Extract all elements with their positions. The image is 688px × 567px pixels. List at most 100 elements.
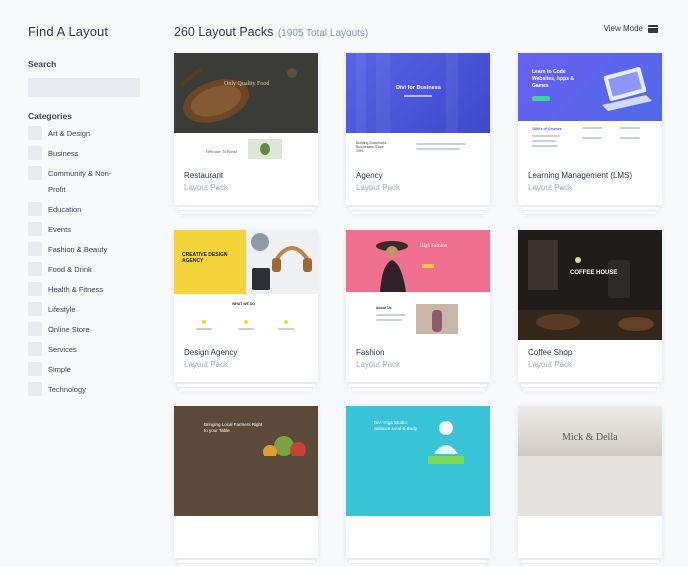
headphones-photo <box>246 230 318 294</box>
category-checkbox[interactable] <box>28 262 42 276</box>
category-services[interactable]: Services <box>28 342 160 358</box>
category-checkbox[interactable] <box>28 362 42 376</box>
layout-pack-card-farmers-market[interactable]: Bringing Local Farmers Right to your Tab… <box>174 406 318 567</box>
category-checkbox[interactable] <box>28 322 42 336</box>
agency-hero: Divi for Business <box>346 53 490 133</box>
fashion-hero-text: High Fashion <box>420 244 448 249</box>
restaurant-hero: Only Quality Food <box>174 53 318 133</box>
layout-pack-thumbnail: COFFEE HOUSE <box>518 230 662 340</box>
category-business[interactable]: Business <box>28 146 160 162</box>
layout-pack-thumbnail: Divi Yoga Studio: Balance Mind & Body <box>346 406 490 516</box>
total-layouts-count: (1905 Total Layouts) <box>277 28 369 39</box>
agency-sub-text: Building Successful Businesses Since 199… <box>356 141 387 153</box>
layout-pack-card-design-agency[interactable]: CREATIVE DESIGN AGENCY WHAT WE DO Design… <box>174 230 318 391</box>
view-mode-label: View Mode <box>603 24 643 33</box>
layout-pack-type: Layout Pack <box>184 183 229 192</box>
layout-pack-name: Coffee Shop <box>528 348 573 357</box>
layout-pack-name: Learning Management (LMS) <box>528 171 633 180</box>
layout-pack-thumbnail: Mick & Della <box>518 406 662 516</box>
category-food-drink[interactable]: Food & Drink <box>28 262 160 278</box>
plant-photo <box>248 139 282 159</box>
category-label: Business <box>48 149 79 158</box>
category-checkbox[interactable] <box>28 242 42 256</box>
category-label: Services <box>48 345 77 354</box>
search-label: Search <box>28 59 57 69</box>
fashion-sub-text: About Us <box>376 306 392 310</box>
search-input[interactable] <box>28 78 140 97</box>
layout-pack-count: 260 Layout Packs <box>174 25 274 39</box>
layout-pack-card-restaurant[interactable]: Only Quality Food Welcome To Bread Resta… <box>174 53 318 214</box>
farmers-hero-text: Bringing Local Farmers Right to your Tab… <box>204 422 263 433</box>
design-agency-sub-text: WHAT WE DO <box>232 302 256 306</box>
yoga-figure <box>428 421 464 464</box>
design-agency-hero: CREATIVE DESIGN AGENCY <box>174 230 246 294</box>
category-checkbox[interactable] <box>28 146 42 160</box>
category-technology[interactable]: Technology <box>28 382 160 398</box>
category-lifestyle[interactable]: Lifestyle <box>28 302 160 318</box>
layout-pack-name: Fashion <box>356 348 385 357</box>
category-checkbox[interactable] <box>28 126 42 140</box>
main-content: 260 Layout Packs (1905 Total Layouts) Vi… <box>172 0 688 567</box>
categories-label: Categories <box>28 111 72 121</box>
category-label: Simple <box>48 365 71 374</box>
view-mode-toggle[interactable]: View Mode <box>604 24 658 33</box>
layout-pack-type: Layout Pack <box>528 360 573 369</box>
grid-view-icon[interactable] <box>648 24 658 33</box>
layout-pack-thumbnail: CREATIVE DESIGN AGENCY WHAT WE DO <box>174 230 318 340</box>
category-checkbox[interactable] <box>28 222 42 236</box>
category-checkbox[interactable] <box>28 282 42 296</box>
layout-pack-type: Layout Pack <box>356 183 401 192</box>
lms-cta-button <box>532 96 550 101</box>
category-community[interactable]: Community & Non-Profit <box>28 166 160 198</box>
layout-pack-name: Design Agency <box>184 348 238 357</box>
layout-pack-thumbnail: Only Quality Food Welcome To Bread <box>174 53 318 163</box>
main-header: 260 Layout Packs (1905 Total Layouts) Vi… <box>174 23 662 39</box>
cutting-board-illustration <box>179 67 297 123</box>
category-label: Art & Design <box>48 129 91 138</box>
wedding-hero-text: Mick & Della <box>562 432 618 443</box>
category-label: Events <box>48 225 71 234</box>
layout-pack-card-fashion[interactable]: High Fashion About Us Fashion Layout Pac… <box>346 230 490 391</box>
category-checkbox[interactable] <box>28 202 42 216</box>
category-label: Community & Non-Profit <box>48 169 112 194</box>
sidebar: Find A Layout Search Categories Art & De… <box>0 0 160 455</box>
category-events[interactable]: Events <box>28 222 160 238</box>
fashion-photo <box>416 304 458 334</box>
layout-pack-card-lms[interactable]: Learn to Code Websites, Apps & Games 100… <box>518 53 662 214</box>
layout-pack-type: Layout Pack <box>356 360 401 369</box>
fashion-hero: High Fashion <box>346 230 490 292</box>
layout-pack-thumbnail: High Fashion About Us <box>346 230 490 340</box>
yoga-hero-text: Divi Yoga Studio: Balance Mind & Body <box>374 420 418 431</box>
layout-pack-name: Agency <box>356 171 383 180</box>
layout-pack-thumbnail: Divi for Business Building Successful Bu… <box>346 53 490 163</box>
category-label: Technology <box>48 385 86 394</box>
category-checkbox[interactable] <box>28 382 42 396</box>
category-label: Health & Fitness <box>48 285 104 294</box>
category-checkbox[interactable] <box>28 302 42 316</box>
category-fashion-beauty[interactable]: Fashion & Beauty <box>28 242 160 258</box>
model-figure <box>376 241 408 292</box>
layout-pack-type: Layout Pack <box>184 360 229 369</box>
category-education[interactable]: Education <box>28 202 160 218</box>
category-art-design[interactable]: Art & Design <box>28 126 160 142</box>
category-simple[interactable]: Simple <box>28 362 160 378</box>
coffee-hero-text: COFFEE HOUSE <box>570 270 618 276</box>
category-checkbox[interactable] <box>28 166 42 180</box>
layout-pack-card-yoga[interactable]: Divi Yoga Studio: Balance Mind & Body <box>346 406 490 567</box>
layout-pack-thumbnail: Bringing Local Farmers Right to your Tab… <box>174 406 318 516</box>
category-health-fitness[interactable]: Health & Fitness <box>28 282 160 298</box>
sidebar-title: Find A Layout <box>28 24 109 39</box>
category-checkbox[interactable] <box>28 342 42 356</box>
layout-pack-thumbnail: Learn to Code Websites, Apps & Games 100… <box>518 53 662 163</box>
lms-hero-text: Learn to Code Websites, Apps & Games <box>532 69 574 89</box>
agency-hero-text: Divi for Business <box>396 85 441 91</box>
category-label: Food & Drink <box>48 265 92 274</box>
coffee-scene <box>518 240 662 340</box>
category-label: Education <box>48 205 82 214</box>
layout-pack-card-wedding[interactable]: Mick & Della <box>518 406 662 567</box>
layout-pack-card-agency[interactable]: Divi for Business Building Successful Bu… <box>346 53 490 214</box>
category-label: Lifestyle <box>48 305 76 314</box>
layout-pack-card-coffee-shop[interactable]: COFFEE HOUSE Coffee Shop Layout Pack <box>518 230 662 391</box>
category-online-store[interactable]: Online Store <box>28 322 160 338</box>
category-label: Fashion & Beauty <box>48 245 108 254</box>
